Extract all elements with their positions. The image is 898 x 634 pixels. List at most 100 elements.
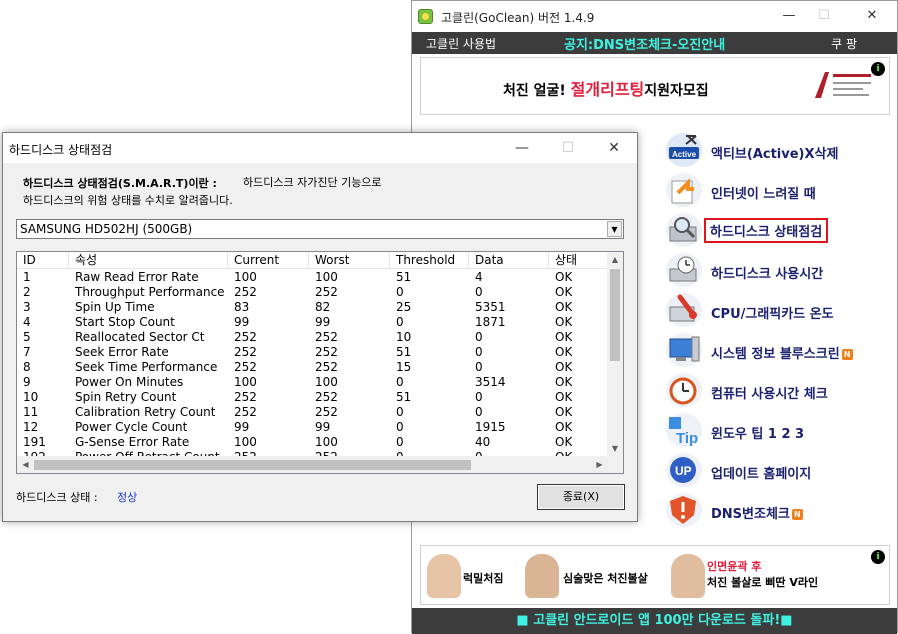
- scroll-up-icon[interactable]: ▲: [607, 252, 623, 268]
- menu-item-usage-time[interactable]: 컴퓨터 사용시간 체크: [666, 373, 886, 407]
- menu-item-label: 하드디스크 상태점검: [704, 218, 829, 243]
- dialog-titlebar[interactable]: 하드디스크 상태점검 — ☐ ✕: [3, 133, 637, 163]
- table-row[interactable]: 10 Spin Retry Count 252 252 51 0 OK: [17, 390, 608, 405]
- vertical-scroll-thumb[interactable]: [610, 269, 620, 361]
- scroll-left-icon[interactable]: ◀: [17, 456, 34, 473]
- horizontal-scrollbar[interactable]: ◀ ▶: [17, 456, 608, 473]
- menu-item-cpu-temp[interactable]: CPU/그래픽카드 온도: [666, 293, 886, 327]
- dialog-close-icon[interactable]: ✕: [591, 137, 637, 159]
- horizontal-scroll-thumb[interactable]: [34, 460, 471, 470]
- menu-item-label: DNS변조체크 N: [711, 503, 803, 522]
- new-badge-icon: N: [841, 349, 853, 360]
- cell-current: 99: [234, 420, 250, 434]
- scroll-down-icon[interactable]: ▼: [607, 441, 623, 457]
- cell-data: 0: [475, 285, 483, 299]
- cell-id: 7: [23, 345, 31, 359]
- table-row[interactable]: 5 Reallocated Sector Ct 252 252 10 0 OK: [17, 330, 608, 345]
- close-button[interactable]: ✕: [852, 5, 892, 27]
- cell-attribute: Spin Retry Count: [75, 390, 177, 404]
- menu-item-update[interactable]: UP 업데이트 홈페이지: [666, 453, 886, 487]
- main-titlebar[interactable]: 고클린(GoClean) 버전 1.4.9 — ☐ ✕: [412, 1, 897, 32]
- table-row[interactable]: 191 G-Sense Error Rate 100 100 0 40 OK: [17, 435, 608, 450]
- cell-worst: 252: [315, 330, 338, 344]
- cell-worst: 252: [315, 360, 338, 374]
- cell-id: 12: [23, 420, 39, 434]
- table-row[interactable]: 9 Power On Minutes 100 100 0 3514 OK: [17, 375, 608, 390]
- main-menubar: 고클린 사용법 공지:DNS변조체크-오진안내 쿠 팡: [412, 32, 897, 54]
- menu-item-activex[interactable]: Active 액티브(Active)X삭제: [666, 133, 886, 167]
- cell-data: 0: [475, 345, 483, 359]
- dialog-title: 하드디스크 상태점검: [9, 143, 113, 157]
- cell-attribute: Seek Error Rate: [75, 345, 169, 359]
- column-header-worst[interactable]: Worst: [309, 252, 390, 269]
- dropdown-arrow-icon[interactable]: ▼: [607, 221, 622, 237]
- column-header-current[interactable]: Current: [228, 252, 309, 269]
- minimize-button[interactable]: —: [769, 5, 809, 27]
- vertical-scrollbar[interactable]: ▲ ▼: [607, 252, 623, 457]
- disk-status-label: 하드디스크 상태 :: [16, 491, 98, 504]
- table-row[interactable]: 4 Start Stop Count 99 99 0 1871 OK: [17, 315, 608, 330]
- scrollbar-corner: [606, 456, 623, 473]
- cell-worst: 100: [315, 270, 338, 284]
- coupang-link[interactable]: 쿠 팡: [831, 35, 857, 52]
- column-header-data[interactable]: Data: [469, 252, 549, 269]
- cell-status: OK: [555, 270, 573, 284]
- exit-button[interactable]: 종료(X): [537, 484, 625, 510]
- face-image-icon: [671, 554, 705, 598]
- menu-item-hdd-check[interactable]: 하드디스크 상태점검: [666, 213, 886, 247]
- update-icon: UP: [666, 453, 702, 487]
- tip-icon: Tip: [666, 413, 702, 447]
- menu-item-system-info[interactable]: 시스템 정보 블루스크린 N: [666, 333, 886, 367]
- cell-id: 1: [23, 270, 31, 284]
- column-header-status[interactable]: 상태: [549, 252, 608, 269]
- table-row[interactable]: 12 Power Cycle Count 99 99 0 1915 OK: [17, 420, 608, 435]
- footer-banner[interactable]: ■ 고클린 안드로이드 앱 100만 다운로드 돌파!■: [412, 608, 897, 634]
- cell-current: 252: [234, 345, 257, 359]
- table-row[interactable]: 1 Raw Read Error Rate 100 100 51 4 OK: [17, 270, 608, 285]
- cell-data: 1915: [475, 420, 506, 434]
- column-header-threshold[interactable]: Threshold: [390, 252, 469, 269]
- dialog-minimize-button[interactable]: —: [499, 137, 545, 159]
- table-row[interactable]: 11 Calibration Retry Count 252 252 0 0 OK: [17, 405, 608, 420]
- smart-description-line2: 하드디스크의 위험 상태를 수치로 알려줍니다.: [23, 194, 233, 207]
- table-row[interactable]: 8 Seek Time Performance 252 252 15 0 OK: [17, 360, 608, 375]
- menu-item-dns-check[interactable]: DNS변조체크 N: [666, 493, 886, 527]
- banner-top-text: 처진 얼굴! 절개리프팅지원자모집: [503, 76, 709, 100]
- cell-threshold: 0: [396, 315, 404, 329]
- cell-current: 100: [234, 270, 257, 284]
- cell-current: 252: [234, 360, 257, 374]
- svg-text:UP: UP: [675, 464, 692, 478]
- table-row[interactable]: 3 Spin Up Time 83 82 25 5351 OK: [17, 300, 608, 315]
- column-header-id[interactable]: ID: [17, 252, 69, 269]
- info-icon[interactable]: i: [871, 62, 885, 76]
- drive-select[interactable]: SAMSUNG HD502HJ (500GB) ▼: [16, 219, 624, 239]
- cell-id: 10: [23, 390, 39, 404]
- cell-current: 99: [234, 315, 250, 329]
- bottom-ad-banner[interactable]: 럭밀처짐 심술맞은 처진볼살 인면윤곽 후 처진 볼살로 삐딴 V라인 i: [420, 545, 890, 605]
- cell-status: OK: [555, 375, 573, 389]
- column-header-attribute[interactable]: 속성: [69, 252, 228, 269]
- cell-worst: 100: [315, 375, 338, 389]
- cell-data: 1871: [475, 315, 506, 329]
- usage-link[interactable]: 고클린 사용법: [426, 35, 496, 52]
- cell-status: OK: [555, 330, 573, 344]
- table-row[interactable]: 7 Seek Error Rate 252 252 51 0 OK: [17, 345, 608, 360]
- menu-item-windows-tip[interactable]: Tip 윈도우 팁 1 2 3: [666, 413, 886, 447]
- cell-current: 100: [234, 435, 257, 449]
- smart-description-title: 하드디스크 상태점검(S.M.A.R.T)이란 :: [23, 177, 217, 190]
- info-icon[interactable]: i: [871, 550, 885, 564]
- menu-item-hdd-time[interactable]: 하드디스크 사용시간: [666, 253, 886, 287]
- cell-id: 8: [23, 360, 31, 374]
- table-row[interactable]: 2 Throughput Performance 252 252 0 0 OK: [17, 285, 608, 300]
- smart-description-short: 하드디스크 자가진단 기능으로: [243, 176, 382, 189]
- menu-item-internet-slow[interactable]: 인터넷이 느려질 때: [666, 173, 886, 207]
- notice-link[interactable]: 공지:DNS변조체크-오진안내: [564, 34, 725, 53]
- cell-attribute: Throughput Performance: [75, 285, 225, 299]
- dialog-maximize-button: ☐: [561, 140, 575, 156]
- clock-icon: [666, 373, 702, 407]
- cell-current: 252: [234, 330, 257, 344]
- top-ad-banner[interactable]: 처진 얼굴! 절개리프팅지원자모집 i: [420, 57, 890, 115]
- maximize-button: ☐: [818, 8, 830, 23]
- cell-threshold: 0: [396, 435, 404, 449]
- cell-id: 9: [23, 375, 31, 389]
